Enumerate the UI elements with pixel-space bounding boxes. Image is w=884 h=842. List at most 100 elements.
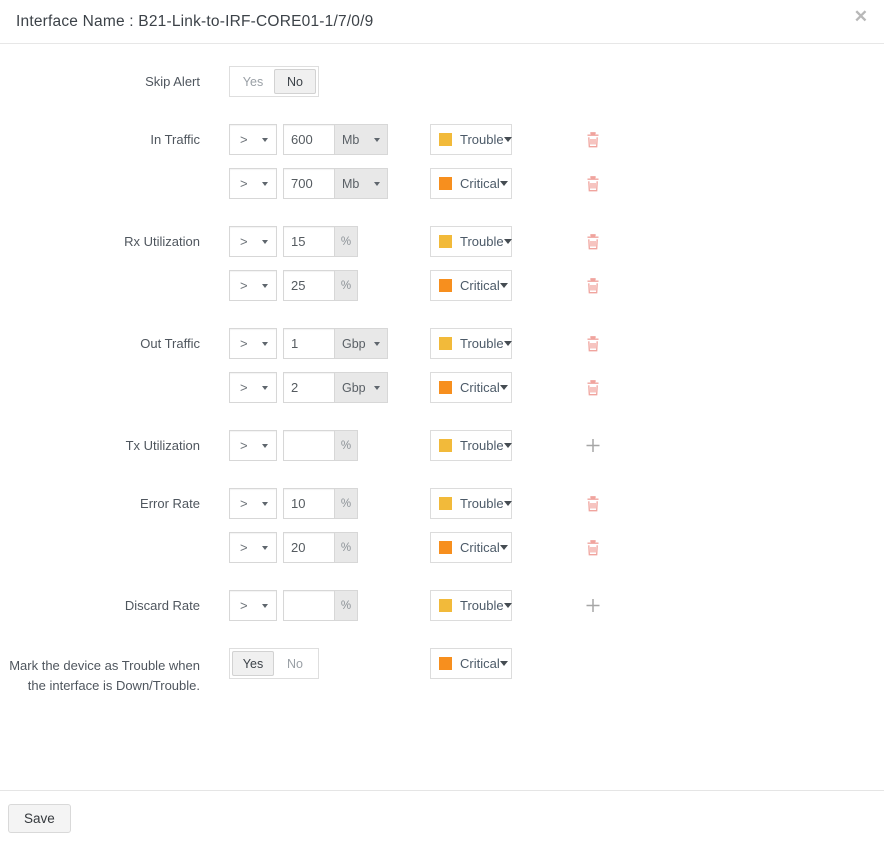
severity-select[interactable]: Critical bbox=[430, 372, 512, 403]
threshold-input-cell: Gbp bbox=[283, 328, 430, 359]
unit-select[interactable]: Mb bbox=[334, 125, 387, 154]
condition-value: > bbox=[240, 176, 248, 191]
group-rows: YesNo Critical bbox=[229, 648, 512, 696]
caret-down-icon bbox=[262, 386, 268, 390]
threshold-value-input[interactable] bbox=[284, 329, 334, 358]
severity-select[interactable]: Critical bbox=[430, 648, 512, 679]
caret-down-icon bbox=[374, 138, 380, 142]
severity-select[interactable]: Trouble bbox=[430, 590, 512, 621]
form-group-error-rate: Error Rate>%Trouble>%Critical bbox=[0, 488, 884, 563]
delete-threshold-button[interactable] bbox=[585, 233, 601, 251]
yes-no-toggle[interactable]: YesNo bbox=[229, 648, 319, 679]
delete-threshold-button[interactable] bbox=[585, 175, 601, 193]
delete-threshold-button[interactable] bbox=[585, 335, 601, 353]
threshold-action-cell bbox=[583, 495, 603, 513]
threshold-input-cell: % bbox=[283, 226, 430, 257]
threshold-input-group: Mb bbox=[283, 124, 388, 155]
group-rows: >% Trouble >% Critical bbox=[229, 488, 603, 563]
plus-icon bbox=[585, 437, 601, 455]
caret-down-icon bbox=[374, 182, 380, 186]
condition-select[interactable]: > bbox=[229, 372, 277, 403]
severity-select[interactable]: Trouble bbox=[430, 328, 512, 359]
delete-threshold-button[interactable] bbox=[585, 495, 601, 513]
condition-select[interactable]: > bbox=[229, 124, 277, 155]
threshold-value-input[interactable] bbox=[284, 373, 334, 402]
condition-select[interactable]: > bbox=[229, 226, 277, 257]
threshold-action-cell bbox=[583, 437, 603, 455]
threshold-value-input[interactable] bbox=[284, 431, 334, 460]
severity-color-swatch bbox=[439, 133, 452, 146]
toggle-option-yes[interactable]: Yes bbox=[232, 69, 274, 94]
severity-select[interactable]: Critical bbox=[430, 532, 512, 563]
severity-select[interactable]: Critical bbox=[430, 168, 512, 199]
chevron-down-icon bbox=[500, 661, 508, 666]
toggle-option-no[interactable]: No bbox=[274, 651, 316, 676]
condition-select[interactable]: > bbox=[229, 532, 277, 563]
condition-select[interactable]: > bbox=[229, 168, 277, 199]
condition-select[interactable]: > bbox=[229, 328, 277, 359]
save-button[interactable]: Save bbox=[8, 804, 71, 833]
threshold-value-input[interactable] bbox=[284, 227, 334, 256]
delete-threshold-button[interactable] bbox=[585, 277, 601, 295]
yes-no-toggle[interactable]: YesNo bbox=[229, 66, 319, 97]
toggle-option-no[interactable]: No bbox=[274, 69, 316, 94]
caret-down-icon bbox=[262, 604, 268, 608]
threshold-input-group: % bbox=[283, 226, 358, 257]
unit-suffix-label: % bbox=[334, 227, 357, 256]
severity-select[interactable]: Critical bbox=[430, 270, 512, 301]
chevron-down-icon bbox=[500, 181, 508, 186]
threshold-value-input[interactable] bbox=[284, 533, 334, 562]
condition-select[interactable]: > bbox=[229, 590, 277, 621]
toggle-option-yes[interactable]: Yes bbox=[232, 651, 274, 676]
toggle-cell: YesNo bbox=[229, 648, 430, 679]
add-threshold-button[interactable] bbox=[585, 597, 601, 615]
severity-select[interactable]: Trouble bbox=[430, 226, 512, 257]
group-label: In Traffic bbox=[0, 124, 200, 199]
severity-color-swatch bbox=[439, 599, 452, 612]
group-rows: >% Trouble bbox=[229, 590, 603, 621]
threshold-value-input[interactable] bbox=[284, 169, 334, 198]
trash-icon bbox=[585, 131, 601, 149]
threshold-row: >% Trouble bbox=[229, 226, 603, 257]
severity-label: Critical bbox=[460, 278, 500, 293]
severity-select[interactable]: Trouble bbox=[430, 430, 512, 461]
threshold-value-input[interactable] bbox=[284, 125, 334, 154]
threshold-value-input[interactable] bbox=[284, 271, 334, 300]
interface-alert-modal: Interface Name : B21-Link-to-IRF-CORE01-… bbox=[0, 0, 884, 842]
unit-select[interactable]: Gbp bbox=[334, 329, 387, 358]
threshold-value-input[interactable] bbox=[284, 591, 334, 620]
condition-select[interactable]: > bbox=[229, 270, 277, 301]
severity-select[interactable]: Trouble bbox=[430, 124, 512, 155]
threshold-row: >% Trouble bbox=[229, 430, 603, 461]
severity-label: Critical bbox=[460, 540, 500, 555]
unit-select[interactable]: Mb bbox=[334, 169, 387, 198]
threshold-input-cell: % bbox=[283, 430, 430, 461]
threshold-input-group: % bbox=[283, 430, 358, 461]
condition-select[interactable]: > bbox=[229, 430, 277, 461]
chevron-down-icon bbox=[504, 137, 512, 142]
close-icon[interactable]: ✕ bbox=[850, 4, 872, 29]
severity-color-swatch bbox=[439, 541, 452, 554]
threshold-row: >% Critical bbox=[229, 532, 603, 563]
severity-label: Trouble bbox=[460, 598, 504, 613]
unit-suffix-label: % bbox=[334, 533, 357, 562]
threshold-input-group: % bbox=[283, 590, 358, 621]
threshold-input-cell: Mb bbox=[283, 168, 430, 199]
condition-select[interactable]: > bbox=[229, 488, 277, 519]
severity-select[interactable]: Trouble bbox=[430, 488, 512, 519]
delete-threshold-button[interactable] bbox=[585, 539, 601, 557]
form-group-mark-the: Mark the device as Trouble when the inte… bbox=[0, 648, 884, 696]
threshold-value-input[interactable] bbox=[284, 489, 334, 518]
group-rows: > Gbp Trouble > Gbp Critical bbox=[229, 328, 603, 403]
form-area: Skip AlertYesNoIn Traffic>MbTrouble>MbCr… bbox=[0, 44, 884, 790]
severity-color-swatch bbox=[439, 279, 452, 292]
toggle-row: YesNo bbox=[229, 66, 319, 97]
form-group-discard-rate: Discard Rate>%Trouble bbox=[0, 590, 884, 621]
caret-down-icon bbox=[262, 342, 268, 346]
threshold-action-cell bbox=[583, 175, 603, 193]
delete-threshold-button[interactable] bbox=[585, 379, 601, 397]
delete-threshold-button[interactable] bbox=[585, 131, 601, 149]
add-threshold-button[interactable] bbox=[585, 437, 601, 455]
severity-color-swatch bbox=[439, 381, 452, 394]
unit-select[interactable]: Gbp bbox=[334, 373, 387, 402]
